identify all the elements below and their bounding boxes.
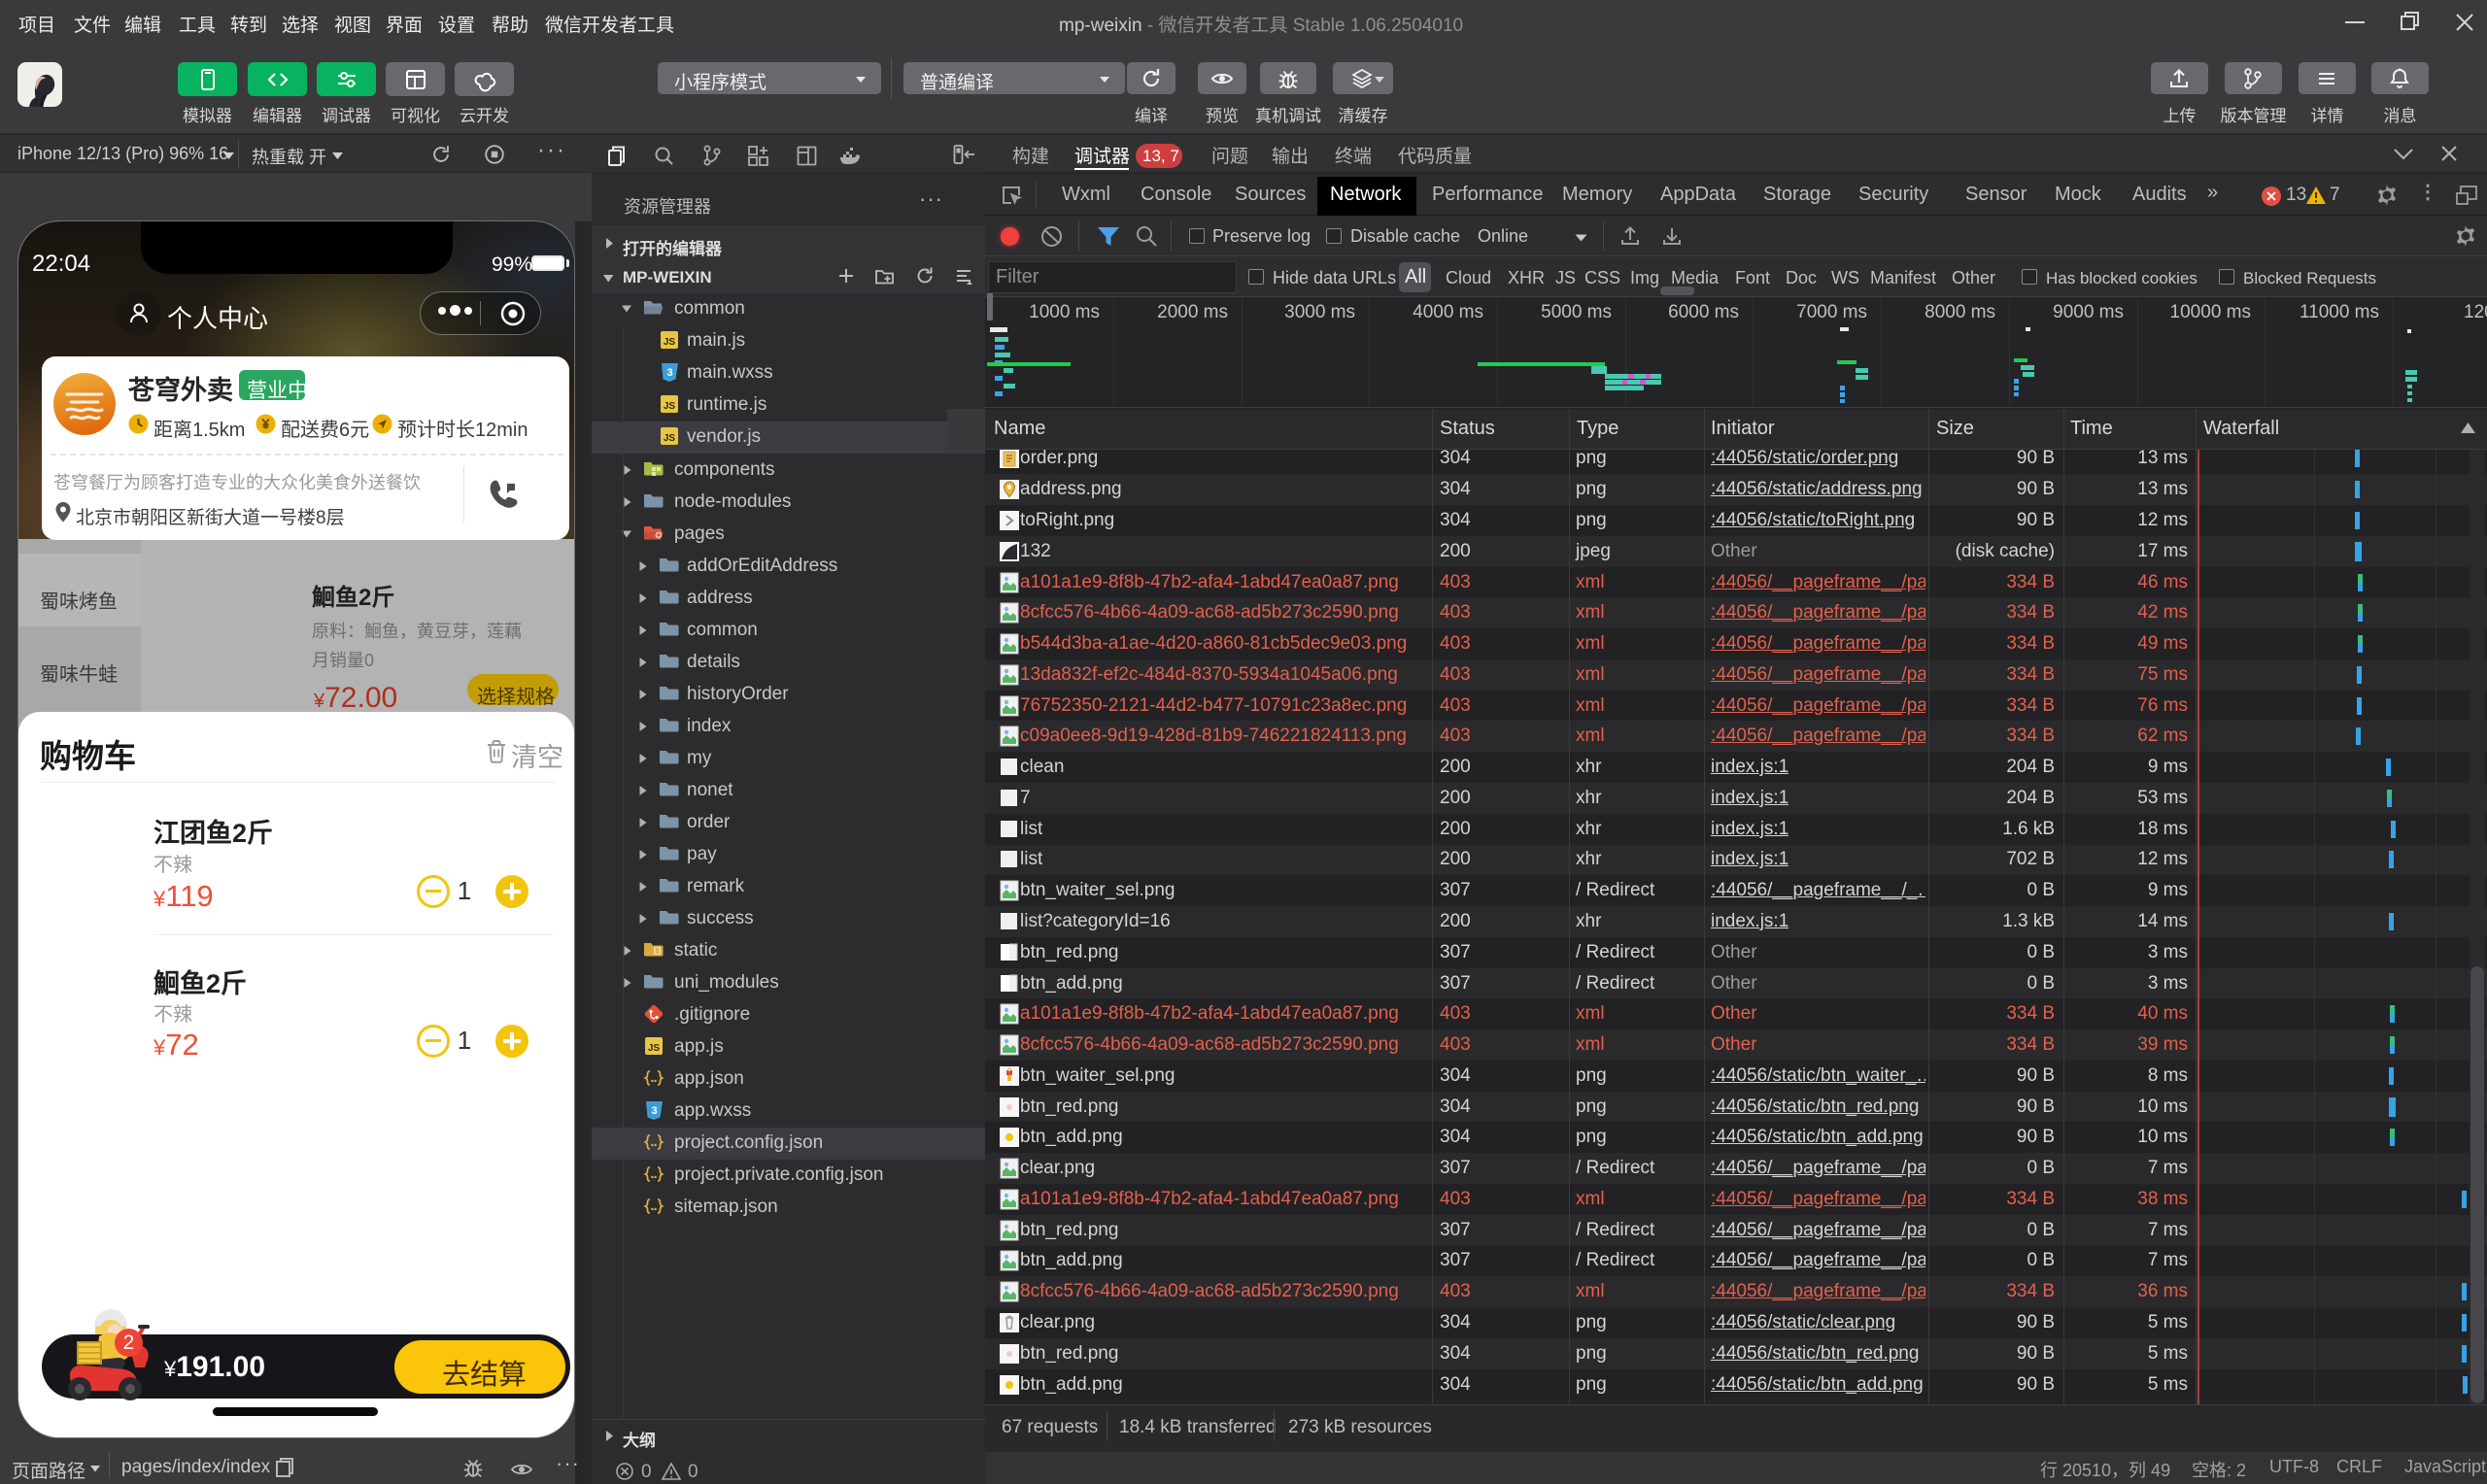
svg-text:JS: JS bbox=[664, 337, 676, 348]
svg-text:3: 3 bbox=[666, 367, 672, 379]
svg-text:3: 3 bbox=[651, 1105, 657, 1117]
svg-text:JS: JS bbox=[664, 433, 676, 444]
svg-text:JS: JS bbox=[664, 401, 676, 412]
svg-text:JS: JS bbox=[648, 1043, 661, 1054]
